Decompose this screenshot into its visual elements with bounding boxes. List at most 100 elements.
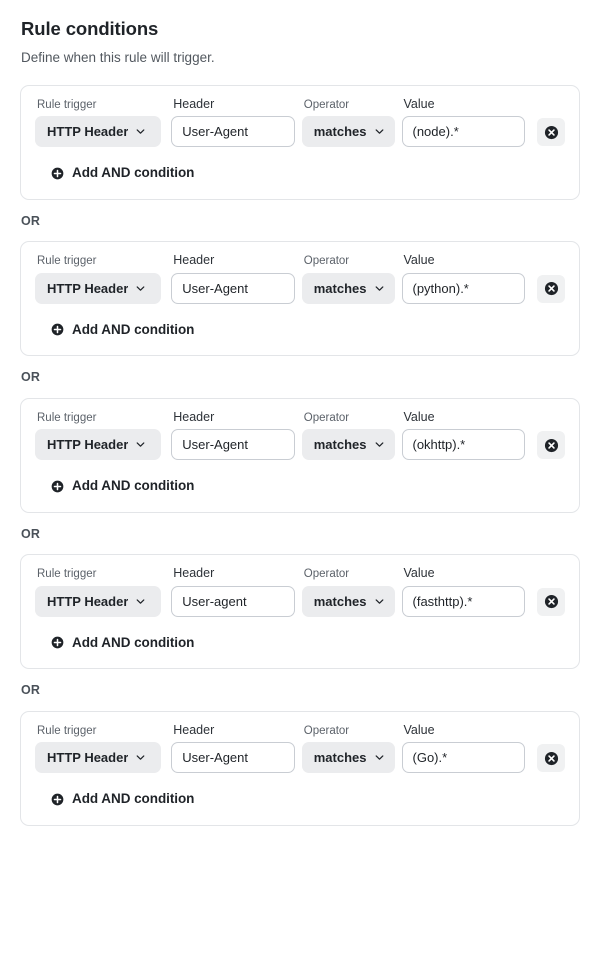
operator-select[interactable]: matches — [301, 585, 395, 617]
value-label: Value — [403, 96, 435, 111]
or-separator: OR — [21, 526, 41, 541]
plus-circle-icon — [51, 636, 64, 649]
add-and-condition-label: Add AND condition — [72, 478, 195, 494]
operator-select[interactable]: matches — [301, 116, 395, 148]
rule-trigger-select[interactable]: HTTP Header — [35, 585, 162, 617]
header-field: Header User-Agent — [171, 96, 295, 148]
operator-field: Operator matches — [301, 411, 395, 461]
operator-value: matches — [313, 124, 367, 140]
operator-field: Operator matches — [301, 568, 395, 617]
plus-circle-icon — [51, 323, 64, 336]
add-and-condition-button[interactable]: Add AND condition — [51, 636, 194, 650]
rule-trigger-label: Rule trigger — [37, 255, 97, 268]
rule-trigger-select[interactable]: HTTP Header — [35, 116, 162, 148]
rule-trigger-label: Rule trigger — [37, 411, 97, 424]
value-label: Value — [403, 253, 435, 268]
rule-trigger-value: HTTP Header — [47, 124, 129, 140]
plus-circle-icon — [51, 167, 64, 180]
value-input[interactable]: (node).* — [401, 116, 525, 148]
operator-label: Operator — [303, 411, 350, 424]
operator-field: Operator matches — [301, 725, 395, 774]
conditions-container: Rule trigger HTTP Header Header User-Age… — [20, 84, 580, 826]
chevron-down-icon — [135, 596, 146, 607]
close-circle-icon — [544, 125, 559, 140]
condition-row: Rule trigger HTTP Header Header User-Age… — [35, 409, 565, 461]
operator-select[interactable]: matches — [301, 272, 395, 304]
rule-trigger-value: HTTP Header — [47, 593, 129, 609]
delete-condition-button[interactable] — [537, 431, 565, 460]
plus-circle-icon — [51, 793, 64, 806]
chevron-down-icon — [374, 126, 385, 137]
value-field: Value (python).* — [401, 253, 525, 304]
operator-select[interactable]: matches — [301, 429, 395, 461]
operator-select[interactable]: matches — [301, 742, 395, 774]
rule-trigger-value: HTTP Header — [47, 750, 129, 766]
rule-trigger-label: Rule trigger — [37, 568, 97, 581]
operator-field: Operator matches — [301, 255, 395, 304]
close-circle-icon — [544, 438, 559, 453]
chevron-down-icon — [135, 439, 146, 450]
header-label: Header — [173, 722, 215, 737]
operator-value: matches — [313, 750, 367, 766]
rule-conditions-page: Rule conditions Define when this rule wi… — [0, 0, 600, 826]
operator-label: Operator — [303, 255, 350, 268]
condition-card: Rule trigger HTTP Header Header User-Age… — [20, 397, 580, 513]
operator-value: matches — [313, 280, 367, 296]
header-label: Header — [173, 566, 215, 581]
header-input[interactable]: User-agent — [171, 585, 295, 617]
add-and-condition-label: Add AND condition — [72, 321, 195, 337]
add-and-condition-label: Add AND condition — [72, 634, 195, 650]
rule-trigger-value: HTTP Header — [47, 437, 129, 453]
add-and-condition-label: Add AND condition — [72, 165, 195, 181]
header-input[interactable]: User-Agent — [171, 742, 295, 774]
delete-condition-button[interactable] — [537, 274, 565, 303]
value-input[interactable]: (okhttp).* — [401, 429, 525, 461]
rule-trigger-label: Rule trigger — [37, 724, 97, 737]
add-and-condition-button[interactable]: Add AND condition — [51, 479, 194, 493]
delete-condition-button[interactable] — [537, 744, 565, 773]
or-separator: OR — [21, 370, 41, 385]
condition-row: Rule trigger HTTP Header Header User-Age… — [35, 722, 565, 774]
header-label: Header — [173, 96, 215, 111]
page-subtitle: Define when this rule will trigger. — [21, 50, 215, 66]
rule-trigger-field: Rule trigger HTTP Header — [35, 568, 162, 617]
delete-condition-wrapper — [537, 118, 565, 147]
chevron-down-icon — [374, 283, 385, 294]
operator-label: Operator — [303, 98, 350, 111]
chevron-down-icon — [374, 752, 385, 763]
header-input[interactable]: User-Agent — [171, 116, 295, 148]
delete-condition-button[interactable] — [537, 587, 565, 616]
delete-condition-wrapper — [537, 744, 565, 773]
rule-trigger-field: Rule trigger HTTP Header — [35, 724, 162, 774]
value-input[interactable]: (python).* — [401, 272, 525, 304]
rule-trigger-select[interactable]: HTTP Header — [35, 272, 162, 304]
delete-condition-button[interactable] — [537, 118, 565, 147]
value-input[interactable]: (fasthttp).* — [401, 585, 525, 617]
or-separator: OR — [21, 213, 41, 228]
condition-card: Rule trigger HTTP Header Header User-age… — [20, 554, 580, 670]
add-and-condition-button[interactable]: Add AND condition — [51, 323, 194, 337]
value-input[interactable]: (Go).* — [401, 742, 525, 774]
value-field: Value (node).* — [401, 96, 525, 148]
page-title: Rule conditions — [21, 18, 159, 39]
rule-trigger-select[interactable]: HTTP Header — [35, 742, 162, 774]
value-field: Value (fasthttp).* — [401, 566, 525, 617]
header-input[interactable]: User-Agent — [171, 429, 295, 461]
operator-value: matches — [313, 593, 367, 609]
condition-card: Rule trigger HTTP Header Header User-Age… — [20, 710, 580, 826]
condition-row: Rule trigger HTTP Header Header User-Age… — [35, 96, 565, 148]
chevron-down-icon — [374, 439, 385, 450]
add-and-condition-button[interactable]: Add AND condition — [51, 166, 194, 180]
add-and-condition-button[interactable]: Add AND condition — [51, 792, 194, 806]
close-circle-icon — [544, 751, 559, 766]
header-input[interactable]: User-Agent — [171, 272, 295, 304]
operator-field: Operator matches — [301, 98, 395, 148]
chevron-down-icon — [135, 283, 146, 294]
rule-trigger-select[interactable]: HTTP Header — [35, 429, 162, 461]
rule-trigger-field: Rule trigger HTTP Header — [35, 99, 162, 148]
value-label: Value — [403, 409, 435, 424]
chevron-down-icon — [135, 752, 146, 763]
operator-value: matches — [313, 437, 367, 453]
value-field: Value (okhttp).* — [401, 409, 525, 461]
chevron-down-icon — [374, 596, 385, 607]
